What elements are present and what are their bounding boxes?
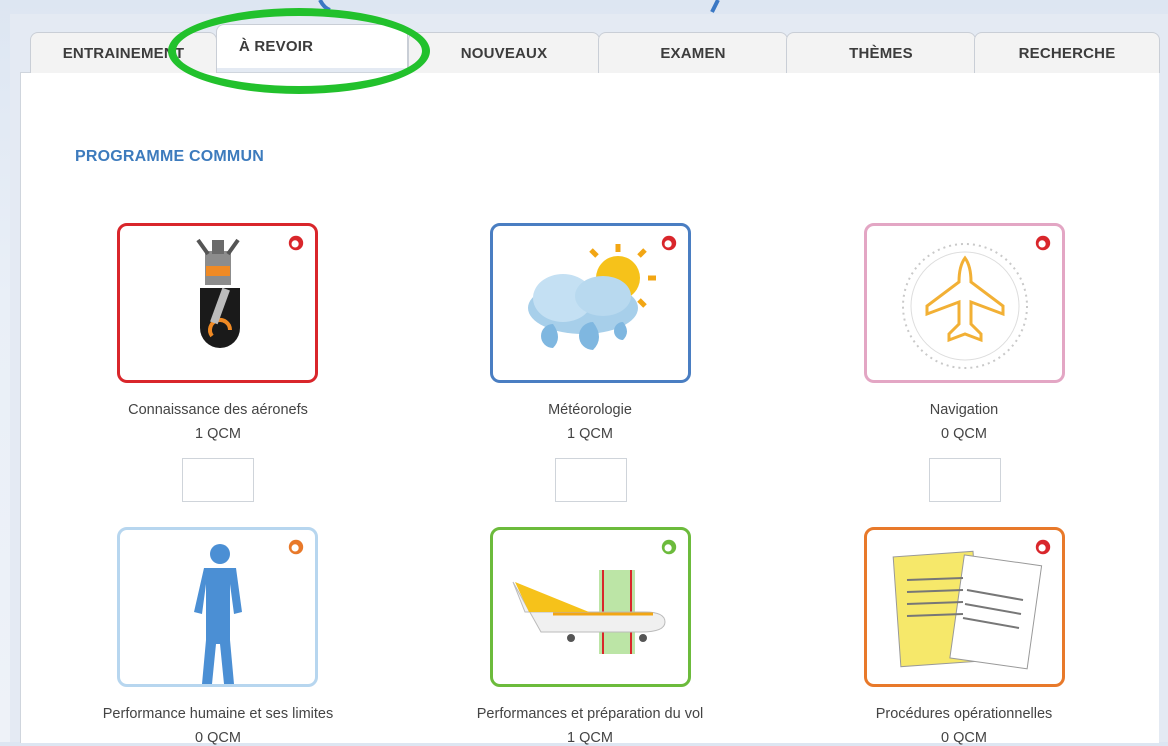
tab-examen[interactable]: EXAMEN	[598, 32, 788, 73]
tab-label: NOUVEAUX	[460, 44, 548, 62]
header-title-fragment	[318, 0, 720, 13]
card-label: Performance humaine et ses limites	[102, 706, 334, 722]
card-label: Procédures opérationnelles	[875, 706, 1053, 722]
tab-themes[interactable]: THÈMES	[786, 32, 976, 73]
tab-bar: ENTRAINEMENT NOUVEAUX EXAMEN THÈMES RECH…	[30, 24, 1160, 74]
tab-label: ENTRAINEMENT	[62, 44, 185, 62]
card-count: 1 QCM	[195, 426, 241, 442]
card-count: 1 QCM	[567, 730, 613, 746]
tab-recherche[interactable]: RECHERCHE	[974, 32, 1160, 73]
card-label: Météorologie	[548, 402, 632, 418]
card-count: 0 QCM	[941, 426, 987, 442]
status-ring-icon	[288, 235, 304, 251]
tab-nouveaux[interactable]: NOUVEAUX	[408, 32, 600, 73]
selection-box[interactable]	[182, 458, 254, 502]
selection-box[interactable]	[929, 458, 1001, 502]
selection-box[interactable]	[555, 458, 627, 502]
category-card-connaissance-aeronefs[interactable]	[117, 223, 318, 383]
tab-a-revoir[interactable]: À REVOIR	[216, 24, 408, 68]
section-title: PROGRAMME COMMUN	[75, 148, 264, 165]
status-ring-icon	[288, 539, 304, 555]
status-ring-icon	[661, 539, 677, 555]
tab-label: EXAMEN	[660, 44, 726, 62]
status-ring-icon	[661, 235, 677, 251]
top-banner-strip	[0, 0, 1168, 14]
tab-label: THÈMES	[849, 44, 913, 62]
card-label: Navigation	[929, 402, 999, 418]
category-card-performance-humaine[interactable]	[117, 527, 318, 687]
category-card-performances-preparation-vol[interactable]	[490, 527, 691, 687]
card-count: 0 QCM	[941, 730, 987, 746]
tab-entrainement[interactable]: ENTRAINEMENT	[30, 32, 217, 73]
status-ring-icon	[1035, 235, 1051, 251]
tab-label: RECHERCHE	[1018, 44, 1116, 62]
card-count: 1 QCM	[567, 426, 613, 442]
card-count: 0 QCM	[195, 730, 241, 746]
card-label: Performances et préparation du vol	[476, 706, 704, 722]
card-label: Connaissance des aéronefs	[128, 402, 308, 418]
category-card-meteorologie[interactable]	[490, 223, 691, 383]
category-card-procedures-operationnelles[interactable]	[864, 527, 1065, 687]
status-ring-icon	[1035, 539, 1051, 555]
category-card-navigation[interactable]	[864, 223, 1065, 383]
tab-label: À REVOIR	[239, 38, 314, 55]
